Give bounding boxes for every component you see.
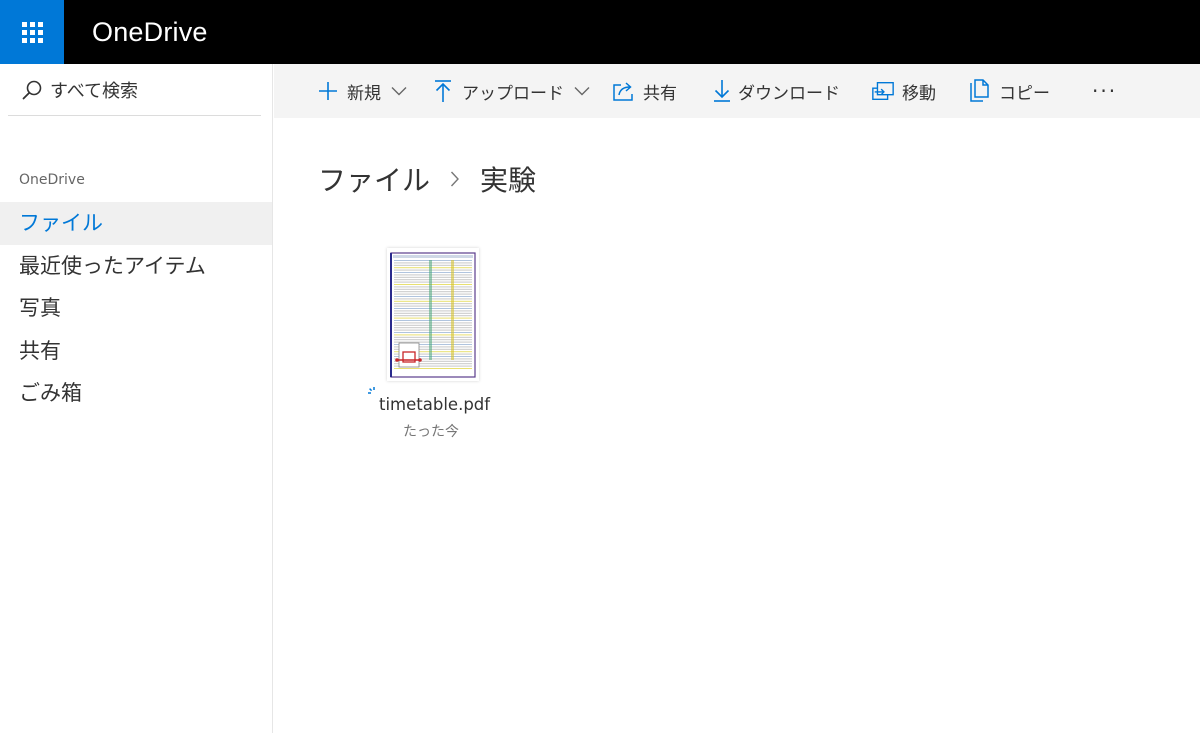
file-thumbnail [387, 248, 479, 381]
chevron-down-icon [391, 83, 407, 99]
more-commands-button[interactable]: ··· [1092, 64, 1117, 118]
chevron-right-icon [448, 169, 462, 189]
file-modified-time: たった今 [403, 424, 459, 440]
app-brand-title[interactable]: OneDrive [92, 0, 208, 64]
upload-arrow-icon [431, 79, 455, 103]
nav-list: ファイル 最近使ったアイテム 写真 共有 ごみ箱 [0, 202, 272, 415]
chevron-down-icon [574, 83, 590, 99]
breadcrumb: ファイル 実験 [318, 157, 536, 201]
move-button-label: 移動 [902, 83, 936, 104]
breadcrumb-root[interactable]: ファイル [318, 159, 430, 199]
share-icon [612, 79, 636, 103]
nav-section-title: OneDrive [19, 172, 85, 188]
command-bar: 新規 アップロード 共有 ダウンロード 移動 コピー ··· [274, 64, 1200, 118]
new-button-label: 新規 [347, 83, 381, 104]
file-tile[interactable]: timetable.pdf たった今 [363, 245, 503, 445]
move-icon [871, 79, 895, 103]
nav-item-recycle-bin[interactable]: ごみ箱 [0, 372, 272, 415]
download-button[interactable]: ダウンロード [710, 64, 840, 118]
upload-button[interactable]: アップロード [431, 64, 590, 118]
app-launcher-icon [21, 21, 43, 43]
left-navigation-pane: すべて検索 OneDrive ファイル 最近使ったアイテム 写真 共有 ごみ箱 [0, 64, 273, 733]
nav-item-shared[interactable]: 共有 [0, 330, 272, 373]
share-button[interactable]: 共有 [612, 64, 677, 118]
nav-item-recent[interactable]: 最近使ったアイテム [0, 245, 272, 288]
file-name[interactable]: timetable.pdf [379, 395, 490, 414]
nav-item-files[interactable]: ファイル [0, 202, 272, 245]
copy-button-label: コピー [999, 83, 1050, 104]
upload-button-label: アップロード [462, 83, 564, 104]
top-bar: OneDrive [0, 0, 1200, 64]
app-launcher-button[interactable] [0, 0, 64, 64]
breadcrumb-current: 実験 [480, 164, 537, 197]
nav-item-photos[interactable]: 写真 [0, 287, 272, 330]
search-box[interactable]: すべて検索 [8, 64, 261, 116]
share-button-label: 共有 [643, 83, 677, 104]
copy-icon [968, 79, 992, 103]
plus-icon [316, 79, 340, 103]
new-button[interactable]: 新規 [316, 64, 407, 118]
download-arrow-icon [710, 79, 734, 103]
copy-button[interactable]: コピー [968, 64, 1050, 118]
search-icon [18, 76, 46, 104]
download-button-label: ダウンロード [738, 83, 840, 104]
more-icon: ··· [1092, 79, 1118, 103]
move-button[interactable]: 移動 [871, 64, 936, 118]
search-placeholder: すべて検索 [50, 80, 139, 102]
